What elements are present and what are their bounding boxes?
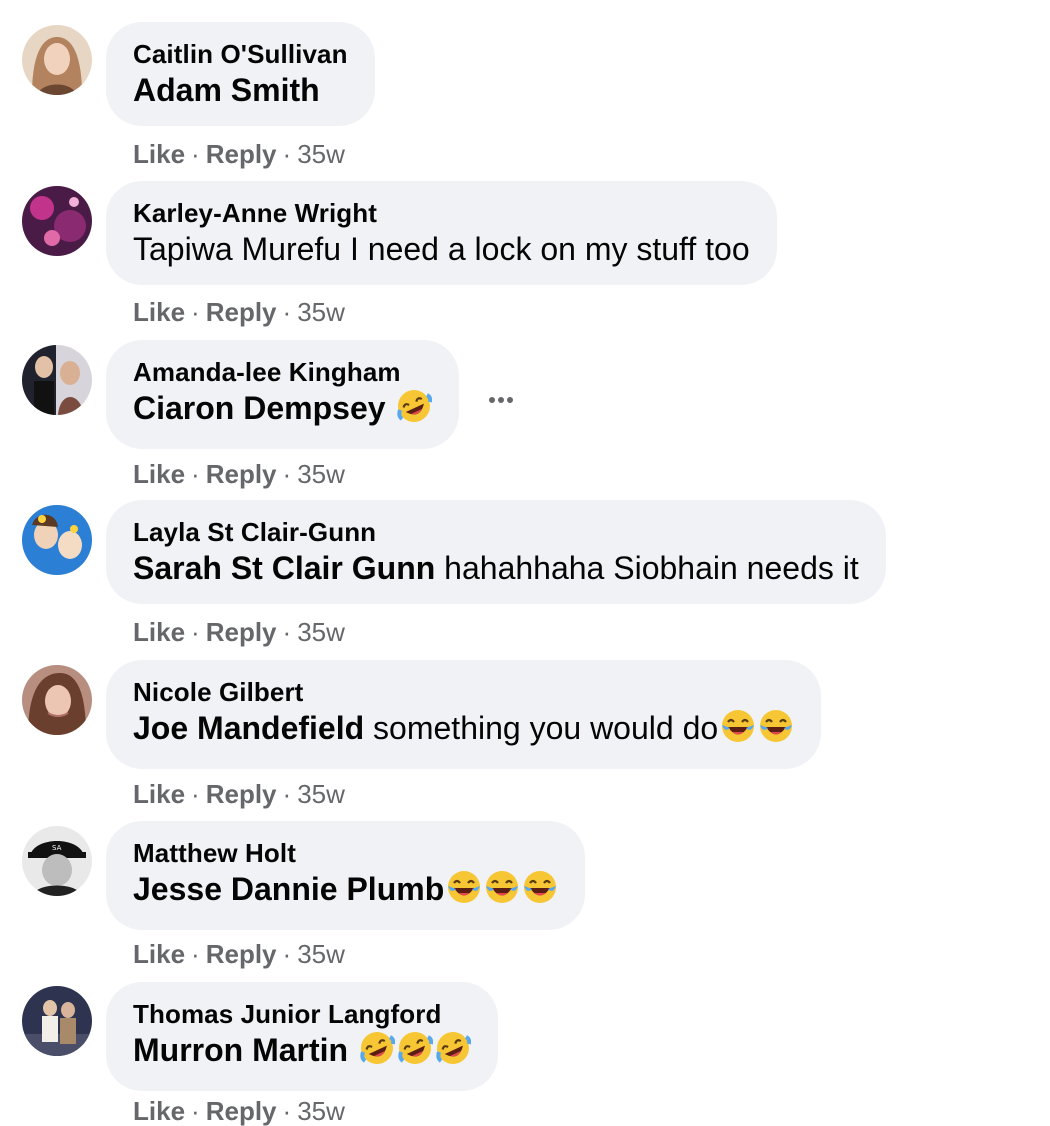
comment-bubble: Nicole Gilbert Joe Mandefield something … (106, 660, 822, 769)
like-button[interactable]: Like (133, 297, 185, 327)
comment-bubble: Karley-Anne Wright Tapiwa Murefu I need … (106, 181, 777, 285)
comment-timestamp[interactable]: 35w (297, 297, 345, 327)
avatar[interactable] (22, 986, 92, 1056)
comment-author[interactable]: Amanda-lee Kingham (133, 357, 432, 387)
avatar[interactable] (22, 505, 92, 575)
like-button[interactable]: Like (133, 617, 185, 647)
comment-bubble: Caitlin O'Sullivan Adam Smith (106, 22, 375, 126)
comment-actions: Like · Reply · 35w (133, 1096, 345, 1126)
more-options-icon[interactable] (489, 390, 521, 403)
comment-timestamp[interactable]: 35w (297, 939, 345, 969)
comment-author[interactable]: Thomas Junior Langford (133, 999, 471, 1029)
like-button[interactable]: Like (133, 779, 185, 809)
reply-button[interactable]: Reply (206, 617, 277, 647)
mention-link[interactable]: Murron Martin (133, 1032, 348, 1068)
reply-button[interactable]: Reply (206, 779, 277, 809)
comment-author[interactable]: Karley-Anne Wright (133, 198, 750, 228)
reply-button[interactable]: Reply (206, 459, 277, 489)
comment-actions: Like · Reply · 35w (133, 139, 345, 169)
avatar[interactable] (22, 665, 92, 735)
comment-timestamp[interactable]: 35w (297, 1096, 345, 1126)
comment-author[interactable]: Matthew Holt (133, 838, 558, 868)
avatar[interactable] (22, 25, 92, 95)
comment-author[interactable]: Caitlin O'Sullivan (133, 39, 348, 69)
reply-button[interactable]: Reply (206, 1096, 277, 1126)
reply-button[interactable]: Reply (206, 139, 277, 169)
comment-actions: Like · Reply · 35w (133, 779, 345, 809)
like-button[interactable]: Like (133, 939, 185, 969)
comment-text: Tapiwa Murefu I need a lock on my stuff … (133, 231, 750, 267)
comment-timestamp[interactable]: 35w (297, 779, 345, 809)
comment-actions: Like · Reply · 35w (133, 939, 345, 969)
mention-link[interactable]: Jesse Dannie Plumb (133, 871, 444, 907)
mention-link[interactable]: Sarah St Clair Gunn (133, 550, 435, 586)
comment-bubble: Thomas Junior Langford Murron Martin (106, 982, 498, 1091)
comment-bubble: Layla St Clair-Gunn Sarah St Clair Gunn … (106, 500, 886, 604)
tears-of-joy-emoji (522, 869, 558, 914)
avatar[interactable] (22, 186, 92, 256)
reply-button[interactable]: Reply (206, 297, 277, 327)
tears-of-joy-emoji (484, 869, 520, 914)
tears-of-joy-emoji (720, 708, 756, 753)
like-button[interactable]: Like (133, 459, 185, 489)
tears-of-joy-emoji (758, 708, 794, 753)
comment-text: hahahhaha Siobhain needs it (444, 550, 859, 586)
comment-timestamp[interactable]: 35w (297, 139, 345, 169)
comment-text: something you would do (373, 710, 719, 746)
svg-text:SA: SA (52, 844, 62, 852)
rolling-on-floor-laughing-emoji (435, 1030, 472, 1075)
tears-of-joy-emoji (446, 869, 482, 914)
comment-timestamp[interactable]: 35w (297, 459, 345, 489)
comment-author[interactable]: Layla St Clair-Gunn (133, 517, 859, 547)
rolling-on-floor-laughing-emoji (359, 1030, 396, 1075)
comment-author[interactable]: Nicole Gilbert (133, 677, 794, 707)
comment-bubble: Matthew Holt Jesse Dannie Plumb (106, 821, 586, 930)
comment-actions: Like · Reply · 35w (133, 617, 345, 647)
rolling-on-floor-laughing-emoji (397, 1030, 434, 1075)
comment-bubble: Amanda-lee Kingham Ciaron Dempsey (106, 340, 460, 449)
rolling-on-floor-laughing-emoji (396, 388, 433, 433)
comment-timestamp[interactable]: 35w (297, 617, 345, 647)
like-button[interactable]: Like (133, 1096, 185, 1126)
mention-link[interactable]: Joe Mandefield (133, 710, 364, 746)
mention-link[interactable]: Ciaron Dempsey (133, 390, 386, 426)
comment-actions: Like · Reply · 35w (133, 459, 345, 489)
avatar[interactable]: SA (22, 826, 92, 896)
comment-actions: Like · Reply · 35w (133, 297, 345, 327)
like-button[interactable]: Like (133, 139, 185, 169)
reply-button[interactable]: Reply (206, 939, 277, 969)
avatar[interactable] (22, 345, 92, 415)
mention-link[interactable]: Adam Smith (133, 72, 320, 108)
